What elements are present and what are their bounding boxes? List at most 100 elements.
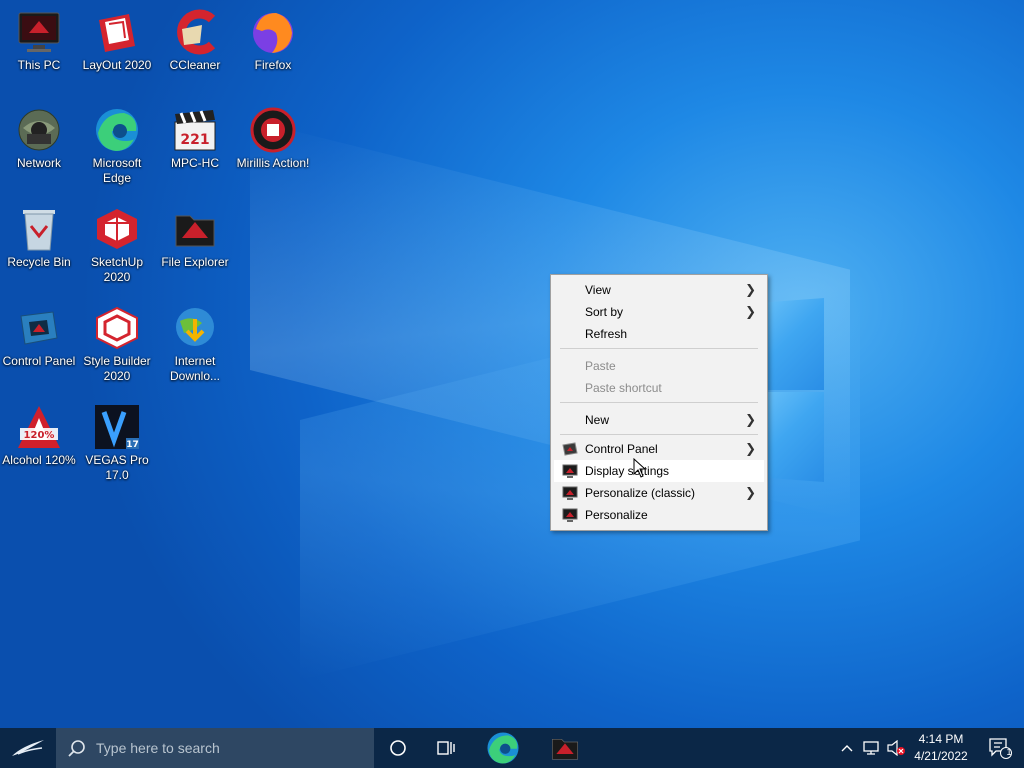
menu-item-paste: Paste	[554, 355, 764, 377]
globe-download-icon	[171, 304, 219, 352]
menu-item-label: Paste shortcut	[585, 381, 662, 395]
desktop-icon-label: MPC-HC	[171, 156, 219, 170]
control-panel-icon	[15, 304, 63, 352]
menu-item-label: Control Panel	[585, 442, 658, 456]
chevron-right-icon: ❯	[745, 282, 756, 297]
desktop-icon-vegas-pro[interactable]: 17 VEGAS Pro 17.0	[78, 397, 156, 483]
menu-item-sort-by[interactable]: Sort by ❯	[554, 301, 764, 323]
desktop-context-menu: View ❯ Sort by ❯ Refresh Paste Paste sho…	[550, 274, 768, 531]
desktop-icon-style-builder[interactable]: Style Builder 2020	[78, 298, 156, 384]
desktop-icon-this-pc[interactable]: This PC	[0, 2, 78, 73]
taskbar-app-file-explorer[interactable]	[540, 728, 590, 768]
svg-text:120%: 120%	[24, 430, 55, 441]
taskbar-clock[interactable]: 4:14 PM 4/21/2022	[906, 731, 976, 765]
control-panel-icon	[562, 442, 578, 456]
mirillis-action-icon	[249, 106, 297, 154]
task-view-button[interactable]	[422, 728, 470, 768]
menu-item-label: Refresh	[585, 327, 628, 341]
desktop-icon-sketchup[interactable]: SketchUp 2020	[78, 199, 156, 285]
network-globe-icon	[15, 106, 63, 154]
menu-item-new[interactable]: New ❯	[554, 409, 764, 431]
desktop-icon-label: Microsoft Edge	[92, 156, 142, 185]
mouse-cursor-icon	[633, 458, 647, 478]
desktop-icon-label: Control Panel	[2, 354, 76, 368]
desktop-icon-label: Mirillis Action!	[236, 156, 310, 170]
clock-date: 4/21/2022	[914, 749, 968, 763]
menu-item-personalize[interactable]: Personalize	[554, 504, 764, 526]
menu-item-paste-shortcut: Paste shortcut	[554, 377, 764, 399]
show-hidden-icons-button[interactable]	[838, 728, 856, 768]
chevron-right-icon: ❯	[745, 441, 756, 456]
menu-item-label: Personalize (classic)	[585, 486, 696, 500]
cortana-button[interactable]	[374, 728, 422, 768]
style-builder-icon	[93, 304, 141, 352]
personalize-icon	[562, 486, 578, 500]
desktop-icon-mpc-hc[interactable]: 221 MPC-HC	[156, 100, 234, 171]
desktop-icon-label: LayOut 2020	[82, 58, 152, 72]
notification-count-badge: 1	[1006, 747, 1012, 757]
taskbar: 4:14 PM 4/21/2022 1	[0, 728, 1024, 768]
menu-item-label: Sort by	[585, 305, 624, 319]
desktop-icon-mirillis-action[interactable]: Mirillis Action!	[234, 100, 312, 171]
ccleaner-icon	[171, 8, 219, 56]
menu-item-control-panel[interactable]: Control Panel ❯	[554, 438, 764, 460]
menu-item-view[interactable]: View ❯	[554, 279, 764, 301]
network-icon	[863, 741, 879, 755]
volume-muted-icon	[887, 740, 905, 756]
desktop-icon-label: VEGAS Pro 17.0	[85, 453, 149, 482]
desktop-icon-label: Alcohol 120%	[2, 453, 76, 467]
svg-text:221: 221	[180, 132, 209, 148]
start-button[interactable]	[0, 728, 56, 768]
cortana-circle-icon	[390, 740, 406, 756]
menu-item-label: View	[585, 283, 611, 297]
start-logo-icon	[12, 740, 44, 756]
desktop-icon-label: This PC	[17, 58, 61, 72]
svg-text:17: 17	[126, 440, 139, 450]
volume-tray-button[interactable]	[884, 728, 908, 768]
desktop-icon-file-explorer[interactable]: File Explorer	[156, 199, 234, 270]
desktop-icon-layout[interactable]: LayOut 2020	[78, 2, 156, 73]
edge-icon	[487, 732, 519, 764]
chevron-right-icon: ❯	[745, 412, 756, 427]
taskbar-search-box[interactable]	[56, 728, 374, 768]
vegas-pro-icon: 17	[93, 403, 141, 451]
personalize-icon	[562, 508, 578, 522]
clock-time: 4:14 PM	[918, 732, 964, 746]
desktop-icon-internet-download[interactable]: Internet Downlo...	[156, 298, 234, 384]
menu-item-personalize-classic[interactable]: Personalize (classic) ❯	[554, 482, 764, 504]
desktop-icon-network[interactable]: Network	[0, 100, 78, 171]
desktop-icon-ccleaner[interactable]: CCleaner	[156, 2, 234, 73]
network-tray-button[interactable]	[860, 728, 882, 768]
computer-icon	[15, 8, 63, 56]
menu-separator	[560, 348, 758, 349]
action-center-button[interactable]: 1	[982, 728, 1018, 768]
desktop-icon-label: Firefox	[254, 58, 292, 72]
desktop-icon-firefox[interactable]: Firefox	[234, 2, 312, 73]
desktop-icon-alcohol[interactable]: 120% Alcohol 120%	[0, 397, 78, 468]
desktop-icon-control-panel[interactable]: Control Panel	[0, 298, 78, 369]
desktop-icon-label: Style Builder 2020	[83, 354, 151, 383]
sketchup-icon	[93, 205, 141, 253]
menu-separator	[560, 434, 758, 435]
desktop-icon-label: Network	[16, 156, 61, 170]
desktop-icon-recycle-bin[interactable]: Recycle Bin	[0, 199, 78, 270]
search-input[interactable]	[96, 740, 366, 756]
taskbar-app-edge[interactable]	[478, 728, 528, 768]
chevron-up-icon	[841, 745, 853, 752]
menu-item-refresh[interactable]: Refresh	[554, 323, 764, 345]
menu-item-display-settings[interactable]: Display settings	[554, 460, 764, 482]
firefox-icon	[249, 8, 297, 56]
menu-separator	[560, 402, 758, 403]
display-icon	[562, 464, 578, 478]
desktop-icon-label: CCleaner	[169, 58, 221, 72]
desktop-icon-edge[interactable]: Microsoft Edge	[78, 100, 156, 186]
desktop-icon-label: Recycle Bin	[7, 255, 71, 269]
folder-icon	[552, 739, 578, 760]
folder-icon	[171, 205, 219, 253]
layout-2020-icon	[93, 8, 141, 56]
desktop-icon-label: File Explorer	[161, 255, 229, 269]
search-icon	[68, 740, 85, 757]
desktop-icon-label: Internet Downlo...	[169, 354, 221, 383]
edge-icon	[93, 106, 141, 154]
task-view-icon	[437, 741, 455, 755]
